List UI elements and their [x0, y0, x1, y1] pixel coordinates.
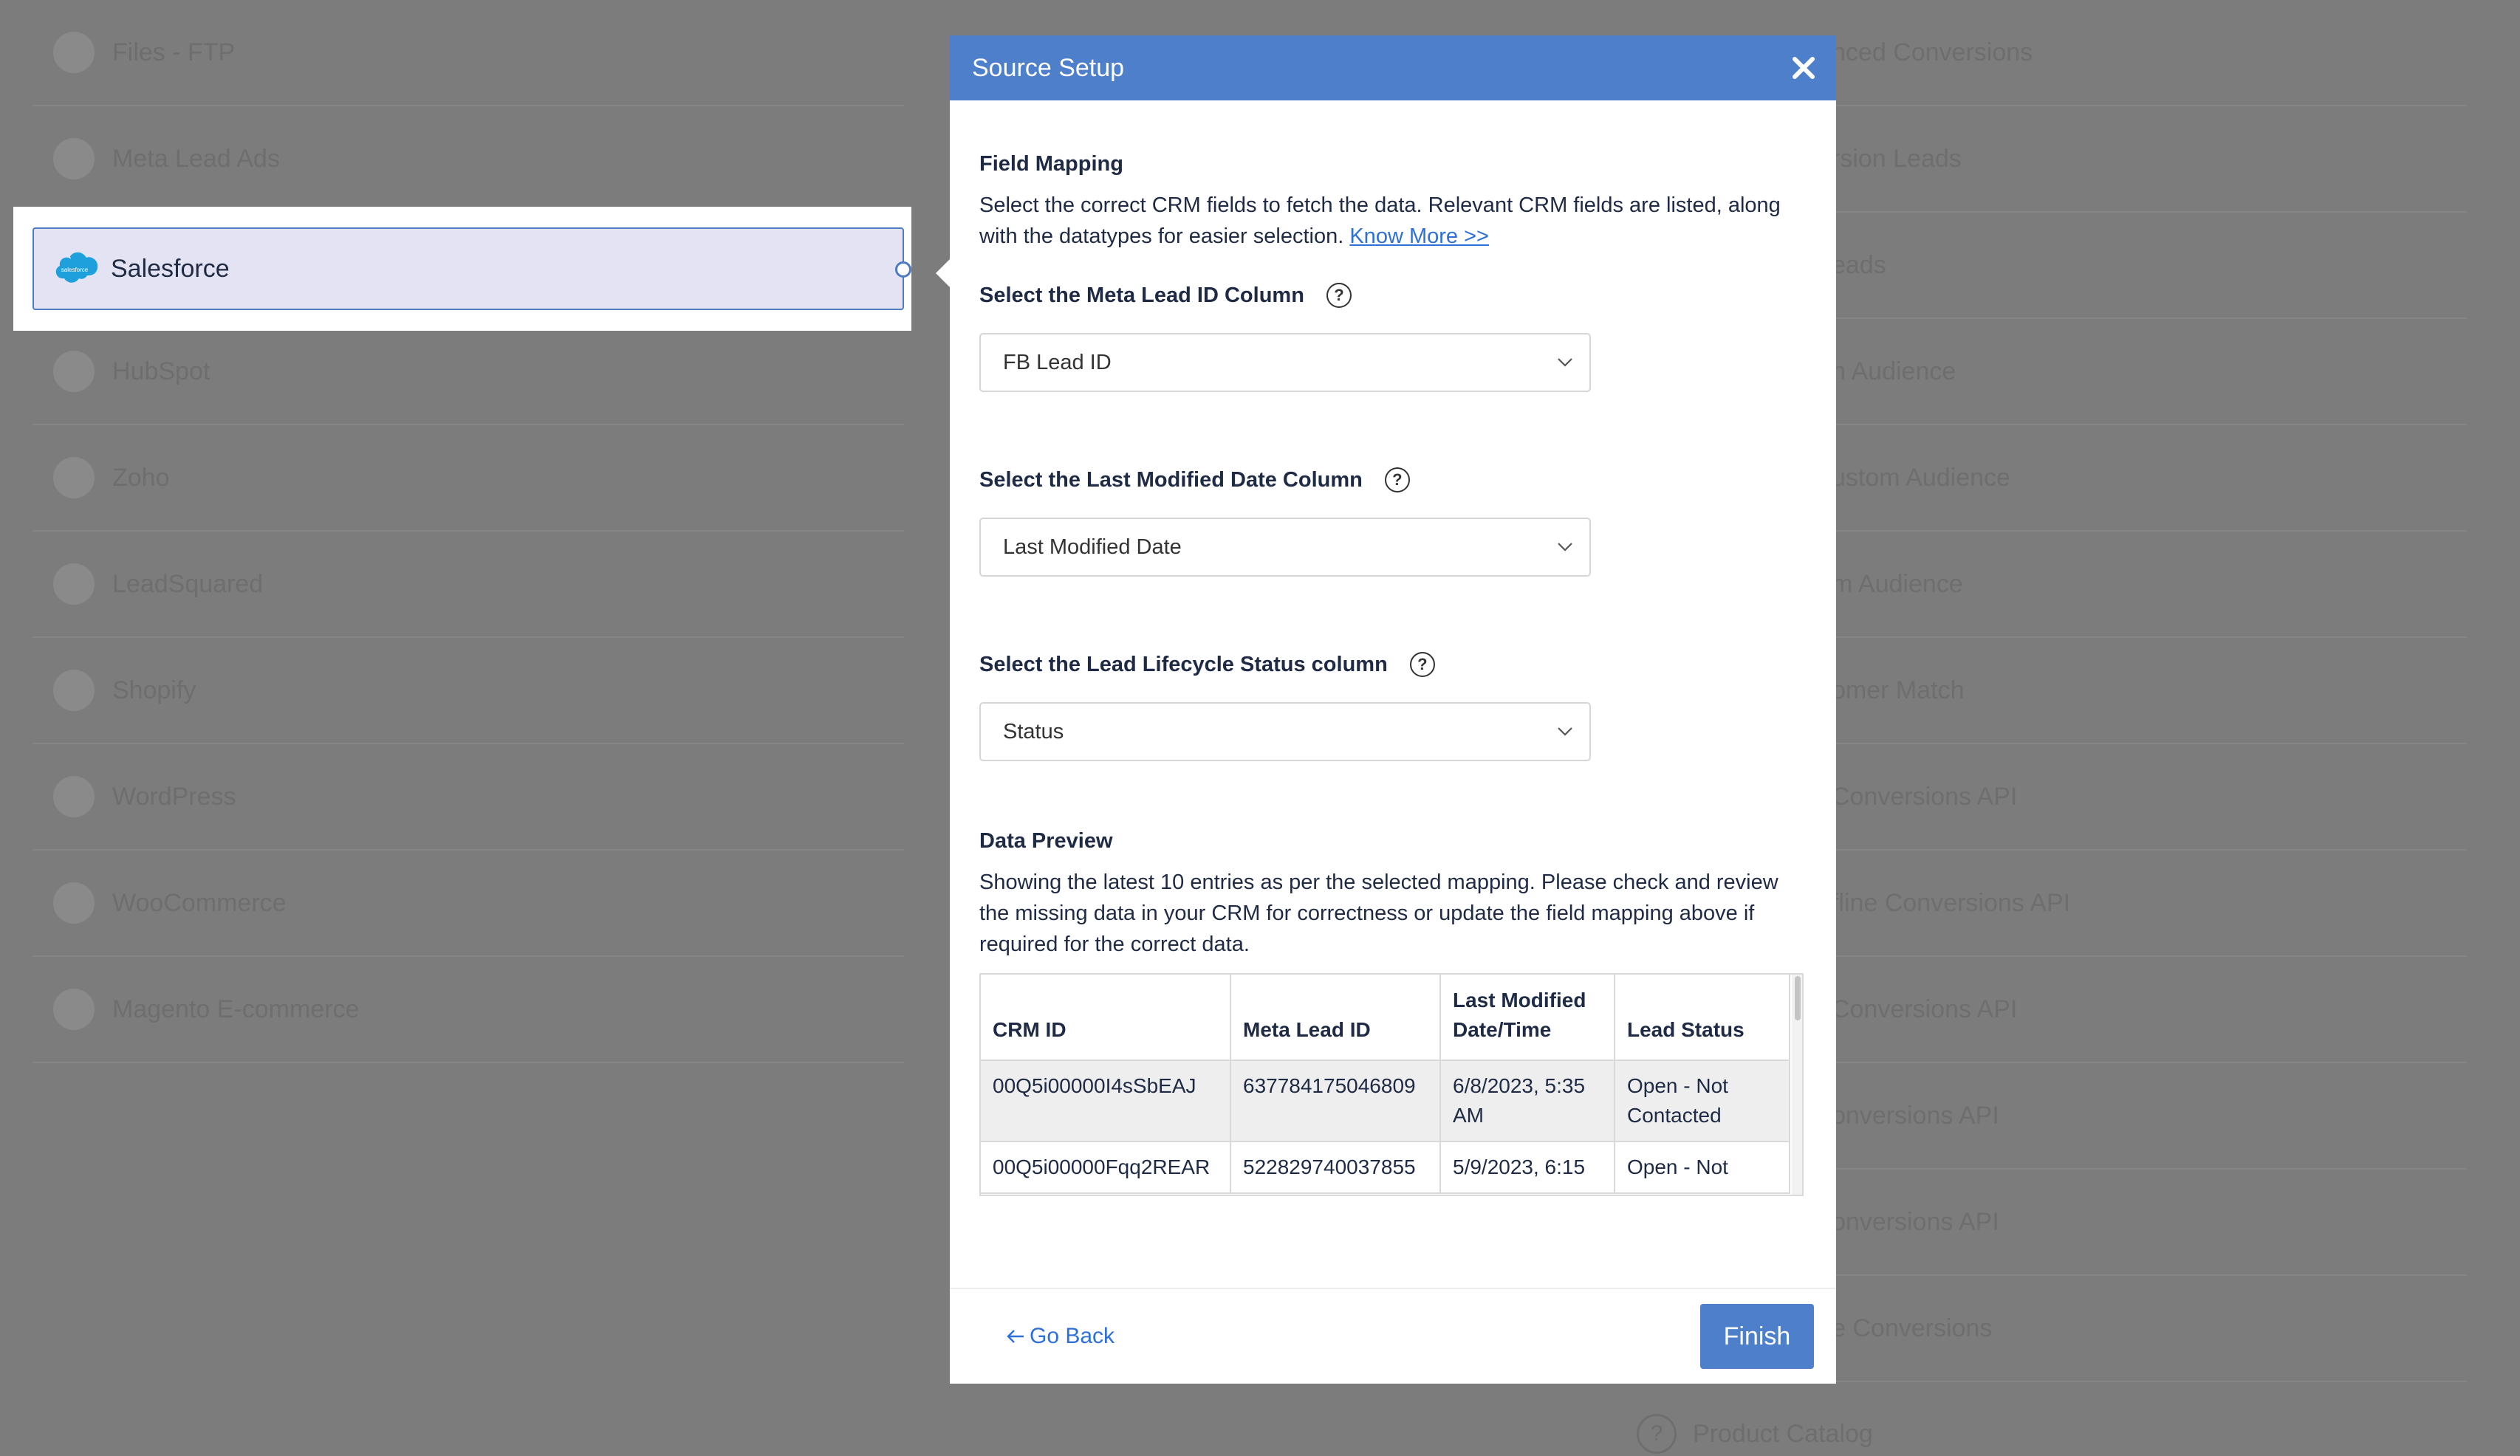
bg-source-hubspot: HubSpot [32, 319, 904, 425]
table-cell: Open - Not [1615, 1141, 1790, 1194]
last-modified-date-select[interactable]: Last Modified Date [979, 518, 1591, 577]
salesforce-cloud-icon: salesforce [50, 252, 99, 286]
leadsquared-icon [53, 563, 95, 605]
table-cell: 6/8/2023, 5:35 AM [1440, 1060, 1615, 1142]
shopify-icon [53, 670, 95, 711]
scroll-thumb[interactable] [1795, 976, 1801, 1020]
column-header: Meta Lead ID [1230, 975, 1441, 1061]
svg-text:salesforce: salesforce [61, 267, 89, 273]
modal-body: Field Mapping Select the correct CRM fie… [950, 152, 1836, 1196]
table-row: 00Q5i00000I4sSbEAJ 637784175046809 6/8/2… [981, 1060, 1790, 1142]
bg-source-magento: Magento E-commerce [32, 957, 904, 1063]
data-preview-description: Showing the latest 10 entries as per the… [979, 870, 1778, 956]
table-cell: 637784175046809 [1230, 1060, 1441, 1142]
source-setup-modal: Source Setup Field Mapping Select the co… [950, 35, 1836, 1384]
help-icon[interactable]: ? [1384, 467, 1410, 492]
modal-header: Source Setup [950, 35, 1836, 100]
table-row: 00Q5i00000Fqq2REAR 522829740037855 5/9/2… [981, 1141, 1790, 1194]
last-modified-date-label: Select the Last Modified Date Column ? [979, 467, 1807, 492]
lead-lifecycle-status-label: Select the Lead Lifecycle Status column … [979, 652, 1807, 677]
table-cell: 5/9/2023, 6:15 [1440, 1141, 1615, 1194]
help-icon[interactable]: ? [1409, 652, 1435, 677]
data-preview-table: CRM ID Meta Lead ID Last Modified Date/T… [979, 973, 1804, 1196]
table-cell: 522829740037855 [1230, 1141, 1441, 1194]
woocommerce-icon [53, 882, 95, 924]
hubspot-icon [53, 351, 95, 392]
bg-source-shopify: Shopify [32, 638, 904, 744]
finish-button[interactable]: Finish [1700, 1304, 1814, 1369]
data-preview-title: Data Preview [979, 829, 1113, 853]
field-mapping-description: Select the correct CRM fields to fetch t… [979, 193, 1781, 248]
selected-source-card: salesforce Salesforce [13, 207, 911, 331]
bg-source-woocommerce: WooCommerce [32, 851, 904, 957]
meta-lead-id-select[interactable]: FB Lead ID [979, 333, 1591, 392]
table-cell: 00Q5i00000Fqq2REAR [981, 1141, 1231, 1194]
connection-port[interactable] [895, 261, 911, 278]
zoho-icon [53, 457, 95, 498]
bg-source-wordpress: WordPress [32, 744, 904, 851]
column-header: CRM ID [981, 975, 1231, 1061]
background-source-list: Files - FTP Meta Lead Ads HubSpot Zoho L… [32, 0, 904, 1063]
question-icon: ? [1637, 1414, 1677, 1454]
bg-source-meta-lead-ads: Meta Lead Ads [32, 106, 904, 213]
table-cell: Open - Not Contacted [1615, 1060, 1790, 1142]
go-back-button[interactable]: Go Back [1006, 1324, 1115, 1349]
column-header: Lead Status [1615, 975, 1790, 1061]
salesforce-source-node[interactable]: salesforce Salesforce [32, 227, 911, 310]
close-icon [1793, 57, 1815, 79]
meta-lead-id-label: Select the Meta Lead ID Column ? [979, 283, 1807, 308]
lead-status-select[interactable]: Status [979, 702, 1591, 761]
modal-footer: Go Back Finish [950, 1288, 1836, 1384]
help-icon[interactable]: ? [1326, 283, 1352, 308]
table-header-row: CRM ID Meta Lead ID Last Modified Date/T… [981, 975, 1790, 1061]
table-scrollbar[interactable] [1792, 975, 1802, 1195]
wordpress-icon [53, 776, 95, 817]
bg-product-catalog: ? Product Catalog [1637, 1414, 1873, 1454]
field-mapping-title: Field Mapping [979, 152, 1123, 176]
chevron-down-icon [1558, 727, 1572, 736]
modal-title: Source Setup [972, 53, 1125, 82]
chevron-down-icon [1558, 358, 1572, 367]
salesforce-label: Salesforce [111, 254, 230, 283]
close-button[interactable] [1789, 53, 1818, 83]
magento-icon [53, 989, 95, 1030]
ftp-icon [53, 32, 95, 73]
chevron-down-icon [1558, 543, 1572, 552]
column-header: Last Modified Date/Time [1440, 975, 1615, 1061]
table-cell: 00Q5i00000I4sSbEAJ [981, 1060, 1231, 1142]
bg-source-zoho: Zoho [32, 425, 904, 532]
bg-source-leadsquared: LeadSquared [32, 532, 904, 638]
arrow-left-icon [1007, 1330, 1024, 1343]
know-more-link[interactable]: Know More >> [1349, 224, 1489, 248]
bg-source-ftp: Files - FTP [32, 0, 904, 106]
meta-icon [53, 138, 95, 179]
